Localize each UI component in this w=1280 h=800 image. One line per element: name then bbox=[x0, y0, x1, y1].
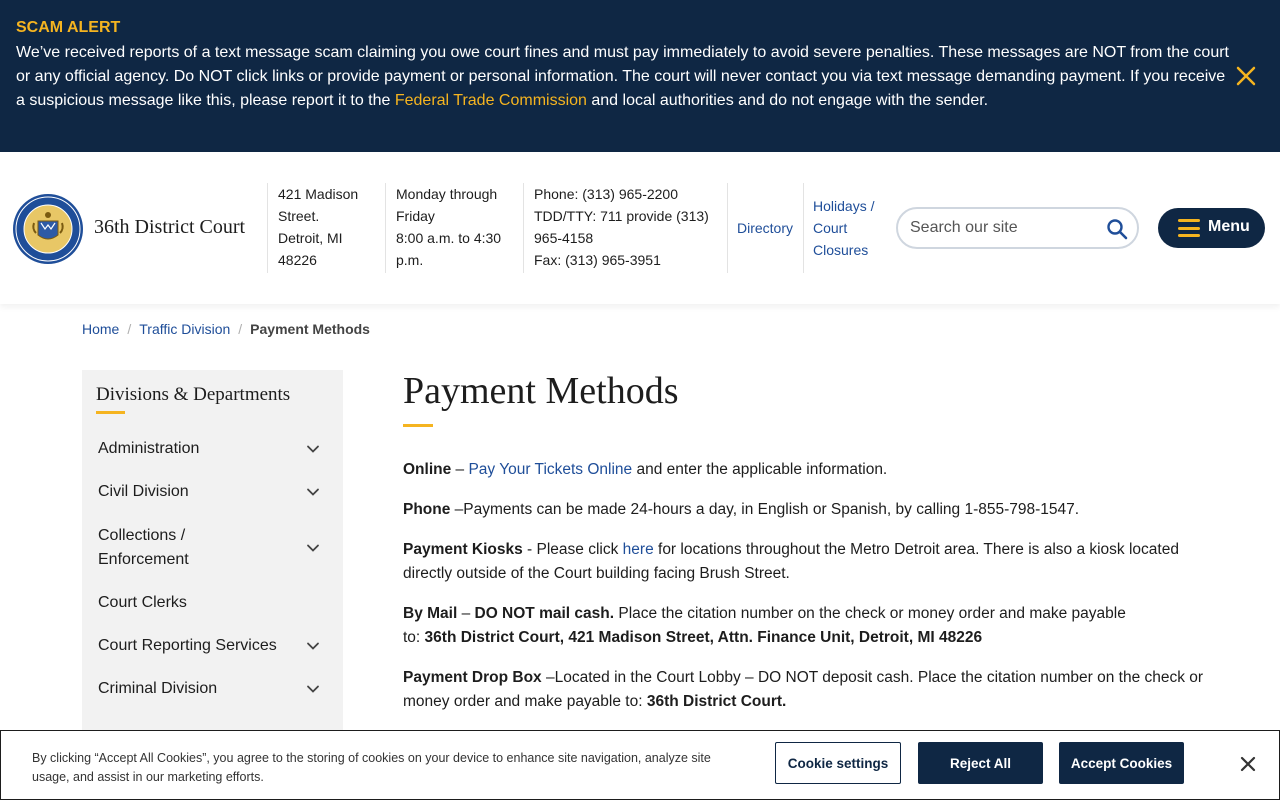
breadcrumb: Home / Traffic Division / Payment Methods bbox=[82, 320, 370, 338]
title-underline bbox=[403, 424, 433, 427]
phone-rest: –Payments can be made 24-hours a day, in… bbox=[450, 501, 1080, 518]
hours-line: Monday through bbox=[396, 186, 498, 202]
kiosks-label: Payment Kiosks bbox=[403, 541, 523, 558]
hours-line: 8:00 a.m. to 4:30 bbox=[396, 230, 502, 246]
holidays-link[interactable]: Holidays / Court Closures bbox=[803, 183, 887, 273]
sidebar-item-civil-division[interactable]: Civil Division bbox=[98, 480, 336, 504]
drop-box-paragraph: Payment Drop Box –Located in the Court L… bbox=[403, 666, 1213, 714]
directory-link[interactable]: Directory bbox=[727, 183, 793, 273]
sidebar-item-criminal-division[interactable]: Criminal Division bbox=[98, 677, 336, 701]
page-title: Payment Methods bbox=[403, 370, 679, 412]
chevron-down-icon[interactable] bbox=[306, 485, 320, 499]
holidays-line: Holidays / bbox=[813, 198, 875, 214]
cookie-banner: By clicking “Accept All Cookies”, you ag… bbox=[0, 730, 1280, 800]
menu-label: Menu bbox=[1208, 218, 1250, 235]
sidebar-title-underline bbox=[96, 411, 125, 414]
online-payment-paragraph: Online – Pay Your Tickets Online and ent… bbox=[403, 458, 1213, 482]
alert-close-button[interactable] bbox=[1234, 64, 1258, 88]
chevron-down-icon[interactable] bbox=[306, 442, 320, 456]
mail-address: 36th District Court, 421 Madison Street,… bbox=[424, 629, 983, 646]
sidebar-item-label: Civil Division bbox=[98, 483, 189, 500]
cookie-settings-button[interactable]: Cookie settings bbox=[775, 742, 901, 784]
sidebar-item-label: Administration bbox=[98, 440, 200, 457]
address-line: 421 Madison bbox=[278, 186, 359, 202]
sidebar-item-label: Criminal Division bbox=[98, 680, 218, 697]
sidebar-item-court-reporting[interactable]: Court Reporting Services bbox=[98, 634, 336, 658]
online-rest: and enter the applicable information. bbox=[632, 461, 888, 478]
close-icon bbox=[1236, 66, 1256, 86]
breadcrumb-traffic-division[interactable]: Traffic Division bbox=[139, 321, 230, 337]
breadcrumb-home[interactable]: Home bbox=[82, 321, 119, 337]
alert-title: SCAM ALERT bbox=[16, 19, 121, 36]
hamburger-icon bbox=[1178, 219, 1200, 237]
hours-line: p.m. bbox=[396, 252, 424, 268]
sidebar-item-label: Court Reporting Services bbox=[98, 637, 277, 654]
seal-icon bbox=[13, 194, 83, 264]
mail-warning: DO NOT mail cash. bbox=[474, 605, 615, 622]
chevron-down-icon[interactable] bbox=[306, 541, 320, 555]
sidebar-item-label: Court Clerks bbox=[98, 594, 187, 611]
kiosks-paragraph: Payment Kiosks - Please click here for l… bbox=[403, 538, 1213, 586]
search-icon bbox=[1107, 219, 1128, 240]
tdd-line: 965-4158 bbox=[534, 230, 594, 246]
main-content: Payment Methods Online – Pay Your Ticket… bbox=[403, 366, 1213, 710]
online-dash: – bbox=[451, 461, 469, 478]
search-box bbox=[896, 207, 1139, 249]
sidebar-item-court-clerks[interactable]: Court Clerks bbox=[98, 591, 336, 615]
sidebar-item-administration[interactable]: Administration bbox=[98, 437, 336, 461]
mail-paragraph: By Mail – DO NOT mail cash. Place the ci… bbox=[403, 602, 1143, 650]
mail-label: By Mail bbox=[403, 605, 458, 622]
sidebar-item-collections[interactable]: Collections / Enforcement bbox=[98, 524, 336, 572]
sidebar-item-label: Collections / Enforcement bbox=[98, 527, 189, 568]
reject-all-button[interactable]: Reject All bbox=[918, 742, 1043, 784]
tdd-line: TDD/TTY: 711 provide (313) bbox=[534, 208, 709, 224]
online-label: Online bbox=[403, 461, 452, 478]
chevron-down-icon[interactable] bbox=[306, 682, 320, 696]
close-icon bbox=[1240, 756, 1256, 772]
accept-cookies-button[interactable]: Accept Cookies bbox=[1059, 742, 1184, 784]
search-button[interactable] bbox=[1105, 217, 1129, 241]
breadcrumb-current: Payment Methods bbox=[250, 321, 370, 337]
site-header: 36th District Court 421 Madison Street. … bbox=[0, 152, 1280, 304]
chevron-down-icon[interactable] bbox=[306, 639, 320, 653]
hours-line: Friday bbox=[396, 208, 435, 224]
holidays-line: Court bbox=[813, 220, 848, 236]
cookie-close-button[interactable] bbox=[1239, 755, 1257, 773]
phone-payment-paragraph: Phone –Payments can be made 24-hours a d… bbox=[403, 498, 1213, 522]
address-line: Detroit, MI bbox=[278, 230, 343, 246]
drop-box-label: Payment Drop Box bbox=[403, 669, 542, 686]
scam-alert-banner: SCAM ALERT We’ve received reports of a t… bbox=[0, 0, 1280, 152]
court-address: 421 Madison Street. Detroit, MI 48226 bbox=[267, 183, 385, 273]
court-seal-logo[interactable] bbox=[12, 193, 84, 265]
drop-box-payee: 36th District Court. bbox=[646, 693, 787, 710]
menu-button[interactable]: Menu bbox=[1158, 208, 1265, 248]
sidebar-title: Divisions & Departments bbox=[96, 384, 291, 405]
address-line: Street. bbox=[278, 208, 320, 224]
phone-line: Phone: (313) 965-2200 bbox=[534, 186, 678, 202]
court-contact: Phone: (313) 965-2200 TDD/TTY: 711 provi… bbox=[523, 183, 728, 273]
address-line: 48226 bbox=[278, 252, 317, 268]
site-name[interactable]: 36th District Court bbox=[94, 216, 245, 239]
kiosk-locations-link[interactable]: here bbox=[623, 541, 654, 558]
cookie-text: By clicking “Accept All Cookies”, you ag… bbox=[32, 751, 711, 784]
breadcrumb-separator: / bbox=[238, 321, 243, 337]
pay-tickets-online-link[interactable]: Pay Your Tickets Online bbox=[468, 461, 632, 478]
holidays-line: Closures bbox=[813, 242, 869, 258]
fax-line: Fax: (313) 965-3951 bbox=[534, 252, 661, 268]
kiosks-pre: - Please click bbox=[522, 541, 623, 558]
ftc-link[interactable]: Federal Trade Commission bbox=[395, 92, 587, 109]
breadcrumb-separator: / bbox=[127, 321, 132, 337]
alert-text-end: and local authorities and do not engage … bbox=[586, 92, 989, 109]
mail-dash: – bbox=[457, 605, 475, 622]
court-hours: Monday through Friday 8:00 a.m. to 4:30 … bbox=[385, 183, 523, 273]
phone-label: Phone bbox=[403, 501, 451, 518]
alert-text: We’ve received reports of a text message… bbox=[16, 41, 1236, 113]
search-input[interactable] bbox=[910, 217, 1100, 239]
